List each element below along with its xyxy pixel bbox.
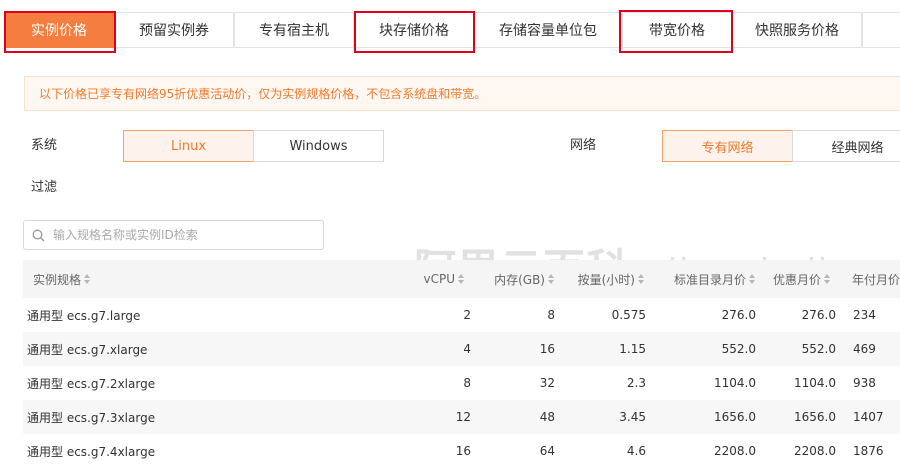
header-label: 内存(GB)	[494, 272, 545, 287]
table-row: 通用型 ecs.g7.2xlarge 8 32 2.3 1104.0 1104.…	[23, 366, 900, 400]
option-label: 经典网络	[831, 140, 884, 156]
cell-spec: 通用型 ecs.g7.xlarge	[27, 342, 148, 357]
network-option-classic[interactable]: 经典网络	[792, 130, 900, 162]
discount-notice: 以下价格已享专有网络95折优惠活动价，仅为实例规格价格，不包含系统盘和带宽。	[24, 76, 900, 111]
cell-discount-monthly: 1104.0	[794, 376, 836, 390]
header-label: 按量(小时)	[577, 272, 635, 287]
cell-memory: 48	[539, 410, 555, 424]
tab-label: 块存储价格	[379, 23, 449, 39]
cell-hourly: 4.6	[626, 444, 646, 458]
cell-memory: 16	[539, 342, 555, 356]
cell-spec: 通用型 ecs.g7.3xlarge	[27, 410, 156, 425]
tab-dedicated-host[interactable]: 专有宿主机	[234, 12, 354, 48]
cell-annual-monthly: 234	[853, 308, 876, 322]
table-row: 通用型 ecs.g7.xlarge 4 16 1.15 552.0 552.0 …	[23, 332, 900, 366]
tab-label: 快照服务价格	[755, 23, 839, 39]
table-row: 通用型 ecs.g7.large 2 8 0.575 276.0 276.0 2…	[23, 298, 900, 332]
header-label: 标准目录月价	[673, 272, 746, 287]
option-label: Linux	[170, 138, 207, 154]
tab-label: 实例价格	[31, 23, 87, 39]
os-option-windows[interactable]: Windows	[253, 130, 384, 162]
sort-icon	[548, 274, 555, 284]
tab-label: 专有宿主机	[259, 23, 329, 39]
tab-label: 存储容量单位包	[499, 23, 597, 39]
search-icon	[32, 229, 45, 241]
cell-list-monthly: 1104.0	[714, 376, 756, 390]
header-label: 实例规格	[33, 272, 82, 287]
cell-spec: 通用型 ecs.g7.4xlarge	[27, 444, 156, 459]
cell-memory: 32	[539, 376, 555, 390]
sort-icon	[458, 274, 465, 284]
option-label: 专有网络	[701, 140, 754, 156]
sort-icon	[824, 274, 831, 284]
cell-list-monthly: 2208.0	[714, 444, 756, 458]
cell-annual-monthly: 1407	[853, 410, 884, 424]
cell-vcpu: 12	[455, 410, 471, 424]
cell-spec: 通用型 ecs.g7.large	[27, 308, 141, 323]
table-row: 通用型 ecs.g7.4xlarge 16 64 4.6 2208.0 2208…	[23, 434, 900, 468]
cell-list-monthly: 276.0	[721, 308, 756, 322]
price-table-header: 实例规格 vCPU 内存(GB) 按量(小时) 标准目录月价 优惠月价 年付月价	[23, 260, 900, 298]
tab-bandwidth-price[interactable]: 带宽价格	[622, 12, 732, 48]
column-header-memory[interactable]: 内存(GB)	[465, 260, 555, 298]
cell-memory: 8	[547, 308, 555, 322]
os-filter-label: 系统	[31, 138, 58, 153]
tab-overflow	[862, 12, 900, 48]
cell-discount-monthly: 552.0	[801, 342, 836, 356]
column-header-hourly[interactable]: 按量(小时)	[555, 260, 645, 298]
table-row: 通用型 ecs.g7.3xlarge 12 48 3.45 1656.0 165…	[23, 400, 900, 434]
cell-discount-monthly: 1656.0	[794, 410, 836, 424]
search-input[interactable]	[51, 227, 315, 243]
sort-icon	[638, 274, 645, 284]
cell-annual-monthly: 469	[853, 342, 876, 356]
price-tab-bar: 实例价格 预留实例券 专有宿主机 块存储价格 存储容量单位包 带宽价格 快照服务…	[0, 0, 900, 60]
column-header-discount-monthly[interactable]: 优惠月价	[756, 260, 831, 298]
cell-spec: 通用型 ecs.g7.2xlarge	[27, 376, 156, 391]
cell-discount-monthly: 276.0	[801, 308, 836, 322]
tab-label: 预留实例券	[139, 23, 209, 39]
cell-annual-monthly: 1876	[853, 444, 884, 458]
network-option-vpc[interactable]: 专有网络	[662, 130, 793, 162]
column-header-annual-monthly[interactable]: 年付月价	[852, 260, 900, 298]
cell-annual-monthly: 938	[853, 376, 876, 390]
cell-memory: 64	[539, 444, 555, 458]
cell-hourly: 0.575	[611, 308, 646, 322]
cell-vcpu: 16	[455, 444, 471, 458]
network-filter-label: 网络	[570, 138, 597, 153]
cell-list-monthly: 552.0	[721, 342, 756, 356]
column-header-spec[interactable]: 实例规格	[33, 260, 91, 298]
tab-reserved-instance[interactable]: 预留实例券	[114, 12, 234, 48]
os-option-linux[interactable]: Linux	[123, 130, 254, 162]
header-label: vCPU	[423, 272, 456, 286]
filter-label: 过滤	[31, 180, 58, 195]
header-label: 优惠月价	[772, 272, 821, 287]
cell-discount-monthly: 2208.0	[794, 444, 836, 458]
cell-vcpu: 8	[463, 376, 471, 390]
sort-icon	[749, 274, 756, 284]
cell-vcpu: 2	[463, 308, 471, 322]
tab-storage-capacity-unit[interactable]: 存储容量单位包	[474, 12, 622, 48]
option-label: Windows	[289, 138, 348, 154]
cell-hourly: 1.15	[619, 342, 646, 356]
sort-icon	[84, 274, 91, 284]
tab-snapshot-price[interactable]: 快照服务价格	[732, 12, 862, 48]
header-label: 年付月价	[852, 272, 900, 287]
tab-block-storage-price[interactable]: 块存储价格	[354, 12, 474, 48]
column-header-vcpu[interactable]: vCPU	[383, 260, 465, 298]
spec-search-box[interactable]	[23, 220, 324, 250]
cell-list-monthly: 1656.0	[714, 410, 756, 424]
notice-text: 以下价格已享专有网络95折优惠活动价，仅为实例规格价格，不包含系统盘和带宽。	[39, 87, 487, 101]
cell-hourly: 3.45	[619, 410, 646, 424]
cell-hourly: 2.3	[626, 376, 646, 390]
tab-label: 带宽价格	[649, 23, 705, 39]
column-header-list-monthly[interactable]: 标准目录月价	[645, 260, 756, 298]
cell-vcpu: 4	[463, 342, 471, 356]
tab-instance-price[interactable]: 实例价格	[4, 12, 114, 48]
